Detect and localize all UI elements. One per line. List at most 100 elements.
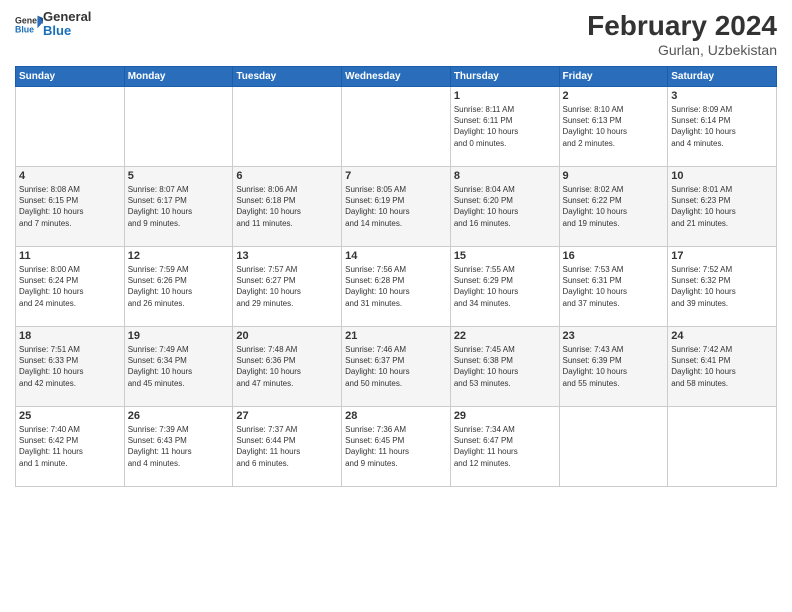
day-number: 20	[236, 330, 338, 342]
day-info: Sunrise: 7:43 AM Sunset: 6:39 PM Dayligh…	[563, 344, 665, 389]
calendar-cell: 13 Sunrise: 7:57 AM Sunset: 6:27 PM Dayli…	[233, 247, 342, 327]
calendar-week-row: 25 Sunrise: 7:40 AM Sunset: 6:42 PM Dayli…	[16, 407, 777, 487]
calendar-cell: 26Sunrise: 7:39 AM Sunset: 6:43 PM Dayli…	[124, 407, 233, 487]
calendar-header-thursday: Thursday	[450, 67, 559, 87]
calendar-header-friday: Friday	[559, 67, 668, 87]
day-number: 14	[345, 250, 447, 262]
day-info: Sunrise: 7:53 AM Sunset: 6:31 PM Dayligh…	[563, 264, 665, 309]
day-number: 22	[454, 330, 556, 342]
calendar-cell	[233, 87, 342, 167]
calendar-week-row: 4 Sunrise: 8:08 AM Sunset: 6:15 PM Daylig…	[16, 167, 777, 247]
calendar-cell: 22 Sunrise: 7:45 AM Sunset: 6:38 PM Dayli…	[450, 327, 559, 407]
calendar-header-row: SundayMondayTuesdayWednesdayThursdayFrid…	[16, 67, 777, 87]
day-info: Sunrise: 8:11 AM Sunset: 6:11 PM Dayligh…	[454, 104, 556, 149]
day-number: 27	[236, 410, 338, 422]
calendar-cell: 1Sunrise: 8:11 AM Sunset: 6:11 PM Daylig…	[450, 87, 559, 167]
day-number: 12	[128, 250, 230, 262]
calendar-cell: 7Sunrise: 8:05 AM Sunset: 6:19 PM Daylig…	[342, 167, 451, 247]
day-number: 24	[671, 330, 773, 342]
day-info: Sunrise: 8:00 AM Sunset: 6:24 PM Dayligh…	[19, 264, 121, 309]
day-number: 5	[128, 170, 230, 182]
calendar-cell: 19 Sunrise: 7:49 AM Sunset: 6:34 PM Dayli…	[124, 327, 233, 407]
day-info: Sunrise: 8:08 AM Sunset: 6:15 PM Dayligh…	[19, 184, 121, 229]
day-info: Sunrise: 7:36 AM Sunset: 6:45 PM Dayligh…	[345, 424, 447, 469]
calendar-cell	[16, 87, 125, 167]
day-info: Sunrise: 7:55 AM Sunset: 6:29 PM Dayligh…	[454, 264, 556, 309]
day-number: 26	[128, 410, 230, 422]
day-number: 18	[19, 330, 121, 342]
calendar-cell: 15 Sunrise: 7:55 AM Sunset: 6:29 PM Dayli…	[450, 247, 559, 327]
calendar-week-row: 18 Sunrise: 7:51 AM Sunset: 6:33 PM Dayli…	[16, 327, 777, 407]
calendar-header-wednesday: Wednesday	[342, 67, 451, 87]
logo-icon: General Blue	[15, 14, 43, 34]
day-number: 25	[19, 410, 121, 422]
calendar-cell: 8 Sunrise: 8:04 AM Sunset: 6:20 PM Daylig…	[450, 167, 559, 247]
calendar-table: SundayMondayTuesdayWednesdayThursdayFrid…	[15, 66, 777, 487]
day-number: 19	[128, 330, 230, 342]
calendar-header-monday: Monday	[124, 67, 233, 87]
day-number: 15	[454, 250, 556, 262]
calendar-cell	[559, 407, 668, 487]
day-number: 4	[19, 170, 121, 182]
title-area: February 2024 Gurlan, Uzbekistan	[587, 10, 777, 58]
day-number: 3	[671, 90, 773, 102]
day-number: 16	[563, 250, 665, 262]
calendar-cell: 18 Sunrise: 7:51 AM Sunset: 6:33 PM Dayli…	[16, 327, 125, 407]
logo-text-block: General Blue	[43, 10, 91, 39]
day-info: Sunrise: 7:37 AM Sunset: 6:44 PM Dayligh…	[236, 424, 338, 469]
calendar-cell: 20Sunrise: 7:48 AM Sunset: 6:36 PM Dayli…	[233, 327, 342, 407]
logo: General Blue General Blue	[15, 10, 91, 39]
calendar-cell: 5 Sunrise: 8:07 AM Sunset: 6:17 PM Daylig…	[124, 167, 233, 247]
calendar-week-row: 11 Sunrise: 8:00 AM Sunset: 6:24 PM Dayli…	[16, 247, 777, 327]
calendar-cell: 25 Sunrise: 7:40 AM Sunset: 6:42 PM Dayli…	[16, 407, 125, 487]
calendar-cell: 21Sunrise: 7:46 AM Sunset: 6:37 PM Dayli…	[342, 327, 451, 407]
day-info: Sunrise: 8:10 AM Sunset: 6:13 PM Dayligh…	[563, 104, 665, 149]
calendar-cell	[124, 87, 233, 167]
day-number: 10	[671, 170, 773, 182]
day-info: Sunrise: 7:59 AM Sunset: 6:26 PM Dayligh…	[128, 264, 230, 309]
calendar-header-sunday: Sunday	[16, 67, 125, 87]
day-info: Sunrise: 7:56 AM Sunset: 6:28 PM Dayligh…	[345, 264, 447, 309]
calendar-cell: 23 Sunrise: 7:43 AM Sunset: 6:39 PM Dayli…	[559, 327, 668, 407]
subtitle: Gurlan, Uzbekistan	[587, 42, 777, 58]
calendar-cell: 9 Sunrise: 8:02 AM Sunset: 6:22 PM Daylig…	[559, 167, 668, 247]
day-info: Sunrise: 7:57 AM Sunset: 6:27 PM Dayligh…	[236, 264, 338, 309]
logo-blue: Blue	[43, 23, 71, 38]
day-info: Sunrise: 8:05 AM Sunset: 6:19 PM Dayligh…	[345, 184, 447, 229]
calendar-cell	[342, 87, 451, 167]
day-number: 9	[563, 170, 665, 182]
day-number: 6	[236, 170, 338, 182]
calendar-cell: 14 Sunrise: 7:56 AM Sunset: 6:28 PM Dayli…	[342, 247, 451, 327]
calendar-cell: 16 Sunrise: 7:53 AM Sunset: 6:31 PM Dayli…	[559, 247, 668, 327]
day-number: 23	[563, 330, 665, 342]
calendar-cell: 17 Sunrise: 7:52 AM Sunset: 6:32 PM Dayli…	[668, 247, 777, 327]
day-info: Sunrise: 8:04 AM Sunset: 6:20 PM Dayligh…	[454, 184, 556, 229]
day-info: Sunrise: 8:07 AM Sunset: 6:17 PM Dayligh…	[128, 184, 230, 229]
calendar-cell: 27 Sunrise: 7:37 AM Sunset: 6:44 PM Dayli…	[233, 407, 342, 487]
day-number: 29	[454, 410, 556, 422]
logo-general: General	[43, 9, 91, 24]
day-info: Sunrise: 8:06 AM Sunset: 6:18 PM Dayligh…	[236, 184, 338, 229]
day-info: Sunrise: 7:52 AM Sunset: 6:32 PM Dayligh…	[671, 264, 773, 309]
calendar-cell: 12 Sunrise: 7:59 AM Sunset: 6:26 PM Dayli…	[124, 247, 233, 327]
day-info: Sunrise: 7:51 AM Sunset: 6:33 PM Dayligh…	[19, 344, 121, 389]
day-info: Sunrise: 8:09 AM Sunset: 6:14 PM Dayligh…	[671, 104, 773, 149]
day-number: 13	[236, 250, 338, 262]
day-number: 11	[19, 250, 121, 262]
day-number: 28	[345, 410, 447, 422]
calendar-header-saturday: Saturday	[668, 67, 777, 87]
main-title: February 2024	[587, 10, 777, 42]
day-info: Sunrise: 8:02 AM Sunset: 6:22 PM Dayligh…	[563, 184, 665, 229]
day-info: Sunrise: 7:45 AM Sunset: 6:38 PM Dayligh…	[454, 344, 556, 389]
calendar-cell: 10 Sunrise: 8:01 AM Sunset: 6:23 PM Dayli…	[668, 167, 777, 247]
calendar-week-row: 1Sunrise: 8:11 AM Sunset: 6:11 PM Daylig…	[16, 87, 777, 167]
day-info: Sunrise: 7:42 AM Sunset: 6:41 PM Dayligh…	[671, 344, 773, 389]
day-info: Sunrise: 7:49 AM Sunset: 6:34 PM Dayligh…	[128, 344, 230, 389]
day-info: Sunrise: 8:01 AM Sunset: 6:23 PM Dayligh…	[671, 184, 773, 229]
calendar-cell: 6 Sunrise: 8:06 AM Sunset: 6:18 PM Daylig…	[233, 167, 342, 247]
day-number: 8	[454, 170, 556, 182]
day-info: Sunrise: 7:40 AM Sunset: 6:42 PM Dayligh…	[19, 424, 121, 469]
calendar-cell: 29Sunrise: 7:34 AM Sunset: 6:47 PM Dayli…	[450, 407, 559, 487]
day-number: 17	[671, 250, 773, 262]
svg-text:Blue: Blue	[15, 25, 34, 35]
